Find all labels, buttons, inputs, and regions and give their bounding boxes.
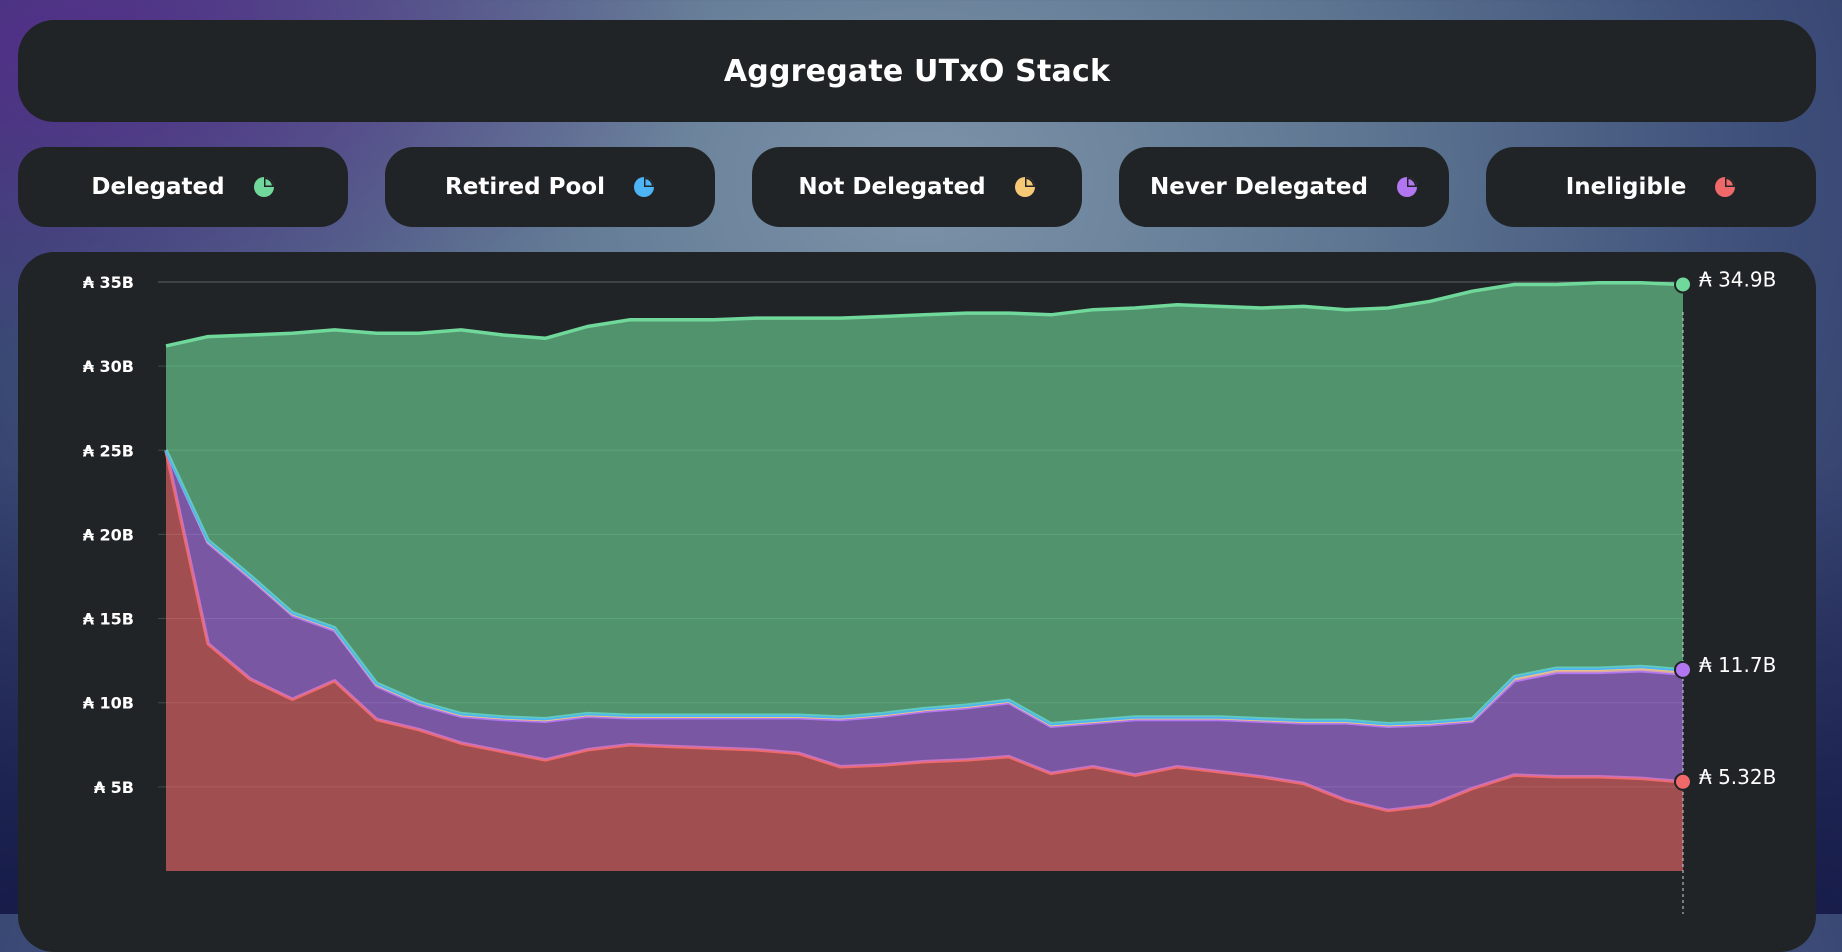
pie-chart-icon: [1014, 177, 1035, 197]
legend-delegated-button[interactable]: Delegated: [18, 147, 348, 227]
pie-chart-icon: [1715, 177, 1736, 197]
pie-chart-icon: [1397, 177, 1417, 197]
hover-marker: [1674, 772, 1692, 791]
hover-value-label: ₳ 34.9B: [1699, 267, 1776, 291]
legend-ineligible-button[interactable]: Ineligible: [1486, 147, 1816, 227]
hover-markers: ₳ 34.9B ₳ 11.7B ₳ 5.32B: [1674, 267, 1776, 791]
stacked-area-chart[interactable]: ₳ 5B ₳ 10B ₳ 15B ₳ 20B ₳ 25B ₳ 30B ₳ 35B ₳ 34.…: [18, 252, 1816, 914]
y-axis-ticks: ₳ 5B ₳ 10B ₳ 15B ₳ 20B ₳ 25B ₳ 30B ₳ 35B: [83, 273, 134, 797]
legend-label: Not Delegated: [798, 174, 986, 200]
pie-chart-icon: [633, 177, 654, 197]
legend-retired-pool-button[interactable]: Retired Pool: [385, 147, 715, 227]
hover-value-label: ₳ 5.32B: [1699, 765, 1776, 789]
legend-not-delegated-button[interactable]: Not Delegated: [752, 147, 1082, 227]
y-tick-label: ₳ 10B: [83, 694, 134, 713]
legend-label: Delegated: [91, 174, 225, 200]
y-tick-label: ₳ 30B: [83, 357, 134, 376]
hover-value-label: ₳ 11.7B: [1699, 653, 1776, 677]
title-card: Aggregate UTxO Stack: [18, 20, 1816, 122]
y-tick-label: ₳ 25B: [83, 441, 134, 460]
legend-label: Never Delegated: [1149, 174, 1368, 200]
y-tick-label: ₳ 20B: [83, 525, 134, 544]
area-delegated: [166, 282, 1683, 724]
legend-label: Ineligible: [1565, 174, 1687, 200]
y-tick-label: ₳ 5B: [94, 778, 134, 797]
legend-label: Retired Pool: [445, 174, 605, 200]
legend-never-delegated-button[interactable]: Never Delegated: [1119, 147, 1449, 227]
pie-chart-icon: [253, 177, 274, 197]
y-tick-label: ₳ 15B: [83, 610, 134, 629]
hover-marker: [1674, 275, 1692, 294]
hover-marker: [1674, 660, 1692, 679]
page-title: Aggregate UTxO Stack: [723, 53, 1111, 89]
series-areas: [164, 281, 1684, 871]
y-tick-label: ₳ 35B: [83, 273, 134, 292]
